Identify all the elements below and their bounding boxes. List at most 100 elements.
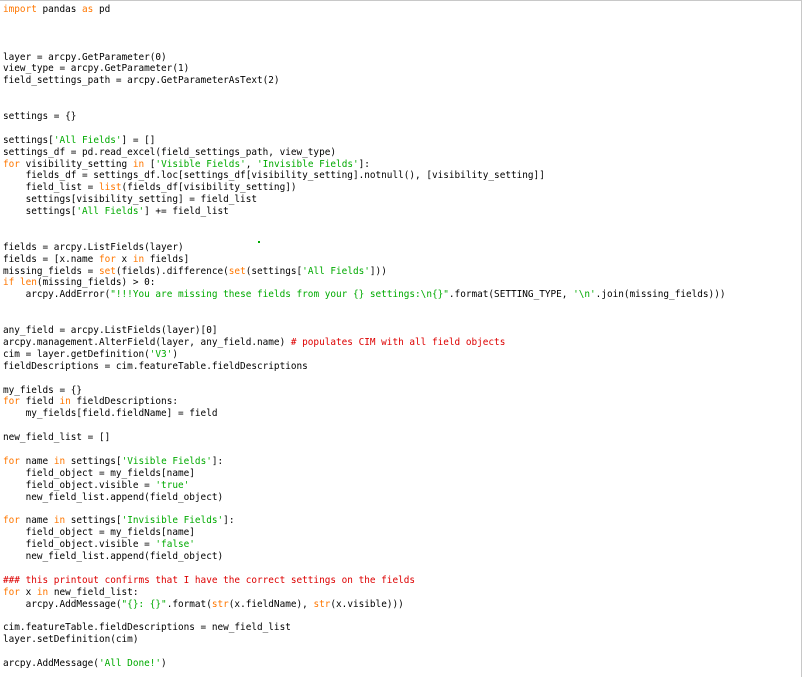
code-token: pd [93,4,111,15]
code-line[interactable]: field_settings_path = arcpy.GetParameter… [3,75,801,87]
code-line[interactable]: for x in new_field_list: [3,587,801,599]
keyword-token: in [53,515,66,527]
code-token: (fields).difference( [115,265,229,277]
code-line[interactable]: for name in settings['Invisible Fields']… [3,515,801,527]
code-line[interactable]: fields = [x.name for x in fields] [3,254,801,266]
code-token: .format( [166,598,212,610]
code-token: settings = {} [3,111,77,123]
code-line[interactable] [3,123,801,135]
code-line[interactable] [3,503,801,515]
code-line[interactable]: layer = arcpy.GetParameter(0) [3,52,801,64]
code-editor[interactable]: import pandas as pd layer = arcpy.GetPara… [0,0,802,677]
code-token: name [19,515,54,527]
code-token: settings[ [3,206,77,218]
code-line[interactable] [3,28,801,40]
code-token: [ [144,158,156,170]
code-line[interactable]: new_field_list.append(field_object) [3,492,801,504]
code-token: arcpy.management.AlterField(layer, any_f… [3,336,291,348]
code-line[interactable] [3,444,801,456]
string-token: 'All Fields' [53,134,122,146]
keyword-token: for [3,396,20,408]
keyword-token: in [53,455,66,467]
code-line[interactable] [3,16,801,28]
code-line[interactable] [3,563,801,575]
code-token: .join(missing_fields))) [595,289,726,301]
code-line[interactable] [3,610,801,622]
code-line[interactable] [3,230,801,242]
code-line[interactable]: for visibility_setting in ['Visible Fiel… [3,159,801,171]
code-line[interactable] [3,373,801,385]
string-token: 'Visible Fields' [121,455,212,467]
stray-mark [258,241,260,243]
code-line[interactable]: field_object = my_fields[name] [3,468,801,480]
code-line[interactable]: cim.featureTable.fieldDescriptions = new… [3,622,801,634]
code-token: fieldDescriptions: [70,396,178,408]
keyword-token: set [228,265,246,277]
code-line[interactable]: fieldDescriptions = cim.featureTable.fie… [3,361,801,373]
code-line[interactable] [3,218,801,230]
keyword-token: for [3,455,20,467]
code-line[interactable]: settings['All Fields'] = [] [3,135,801,147]
code-line[interactable]: field_object = my_fields[name] [3,527,801,539]
code-line[interactable]: field_list = list(fields_df[visibility_s… [3,182,801,194]
code-line[interactable]: settings = {} [3,111,801,123]
code-line[interactable] [3,301,801,313]
code-token: cim = layer.getDefinition( [3,348,150,360]
code-token: settings[ [65,515,122,527]
code-token: ] = [] [121,134,156,146]
code-line[interactable]: my_fields = {} [3,385,801,397]
code-line[interactable]: arcpy.AddError("!!!You are missing these… [3,289,801,301]
code-line[interactable]: missing_fields = set(fields).difference(… [3,266,801,278]
code-line[interactable]: new_field_list.append(field_object) [3,551,801,563]
code-token: layer.setDefinition(cim) [3,634,139,646]
string-token: 'false' [155,539,195,551]
code-line[interactable]: import pandas as pd [3,4,801,16]
string-token: 'All Fields' [302,265,370,277]
keyword-token: for [98,253,116,265]
code-line[interactable]: settings[visibility_setting] = field_lis… [3,194,801,206]
code-token: missing_fields = [3,265,99,277]
code-line[interactable]: arcpy.management.AlterField(layer, any_f… [3,337,801,349]
code-line[interactable]: field_object.visible = 'false' [3,539,801,551]
code-token: arcpy.AddMessage( [3,657,99,669]
code-line[interactable]: settings_df = pd.read_excel(field_settin… [3,147,801,159]
code-token: fields_df = settings_df.loc[settings_df[… [3,170,545,182]
keyword-token: str [211,598,229,610]
code-line[interactable]: ### this printout confirms that I have t… [3,575,801,587]
code-area[interactable]: import pandas as pd layer = arcpy.GetPara… [3,4,801,670]
code-token: field [19,396,60,408]
code-token: (x.fieldName), [228,598,314,610]
code-line[interactable] [3,87,801,99]
code-line[interactable]: for field in fieldDescriptions: [3,396,801,408]
code-line[interactable]: for name in settings['Visible Fields']: [3,456,801,468]
code-token: new_field_list.append(field_object) [3,491,224,503]
code-line[interactable] [3,646,801,658]
code-line[interactable]: new_field_list = [] [3,432,801,444]
code-line[interactable]: fields_df = settings_df.loc[settings_df[… [3,170,801,182]
code-line[interactable] [3,420,801,432]
string-token: '\n' [573,289,596,301]
code-line[interactable]: arcpy.AddMessage("{}: {}".format(str(x.f… [3,599,801,611]
code-line[interactable]: arcpy.AddMessage('All Done!') [3,658,801,670]
code-line[interactable] [3,40,801,52]
code-line[interactable]: my_fields[field.fieldName] = field [3,408,801,420]
keyword-token: set [98,265,116,277]
keyword-token: for [3,515,20,527]
code-line[interactable]: view_type = arcpy.GetParameter(1) [3,63,801,75]
code-line[interactable]: if len(missing_fields) > 0: [3,277,801,289]
code-line[interactable]: any_field = arcpy.ListFields(layer)[0] [3,325,801,337]
code-token: (missing_fields) > 0: [36,277,156,289]
code-line[interactable]: fields = arcpy.ListFields(layer) [3,242,801,254]
code-line[interactable]: cim = layer.getDefinition('V3') [3,349,801,361]
code-line[interactable]: field_object.visible = 'true' [3,480,801,492]
code-token: ] += field_list [144,206,229,218]
string-token: 'V3' [149,348,173,360]
code-line[interactable] [3,99,801,111]
code-line[interactable]: settings['All Fields'] += field_list [3,206,801,218]
code-line[interactable] [3,313,801,325]
code-line[interactable]: layer.setDefinition(cim) [3,634,801,646]
code-token: ]: [223,515,235,527]
code-token: fields] [144,253,190,265]
keyword-token: in [36,586,49,598]
code-token: ) [161,657,167,669]
